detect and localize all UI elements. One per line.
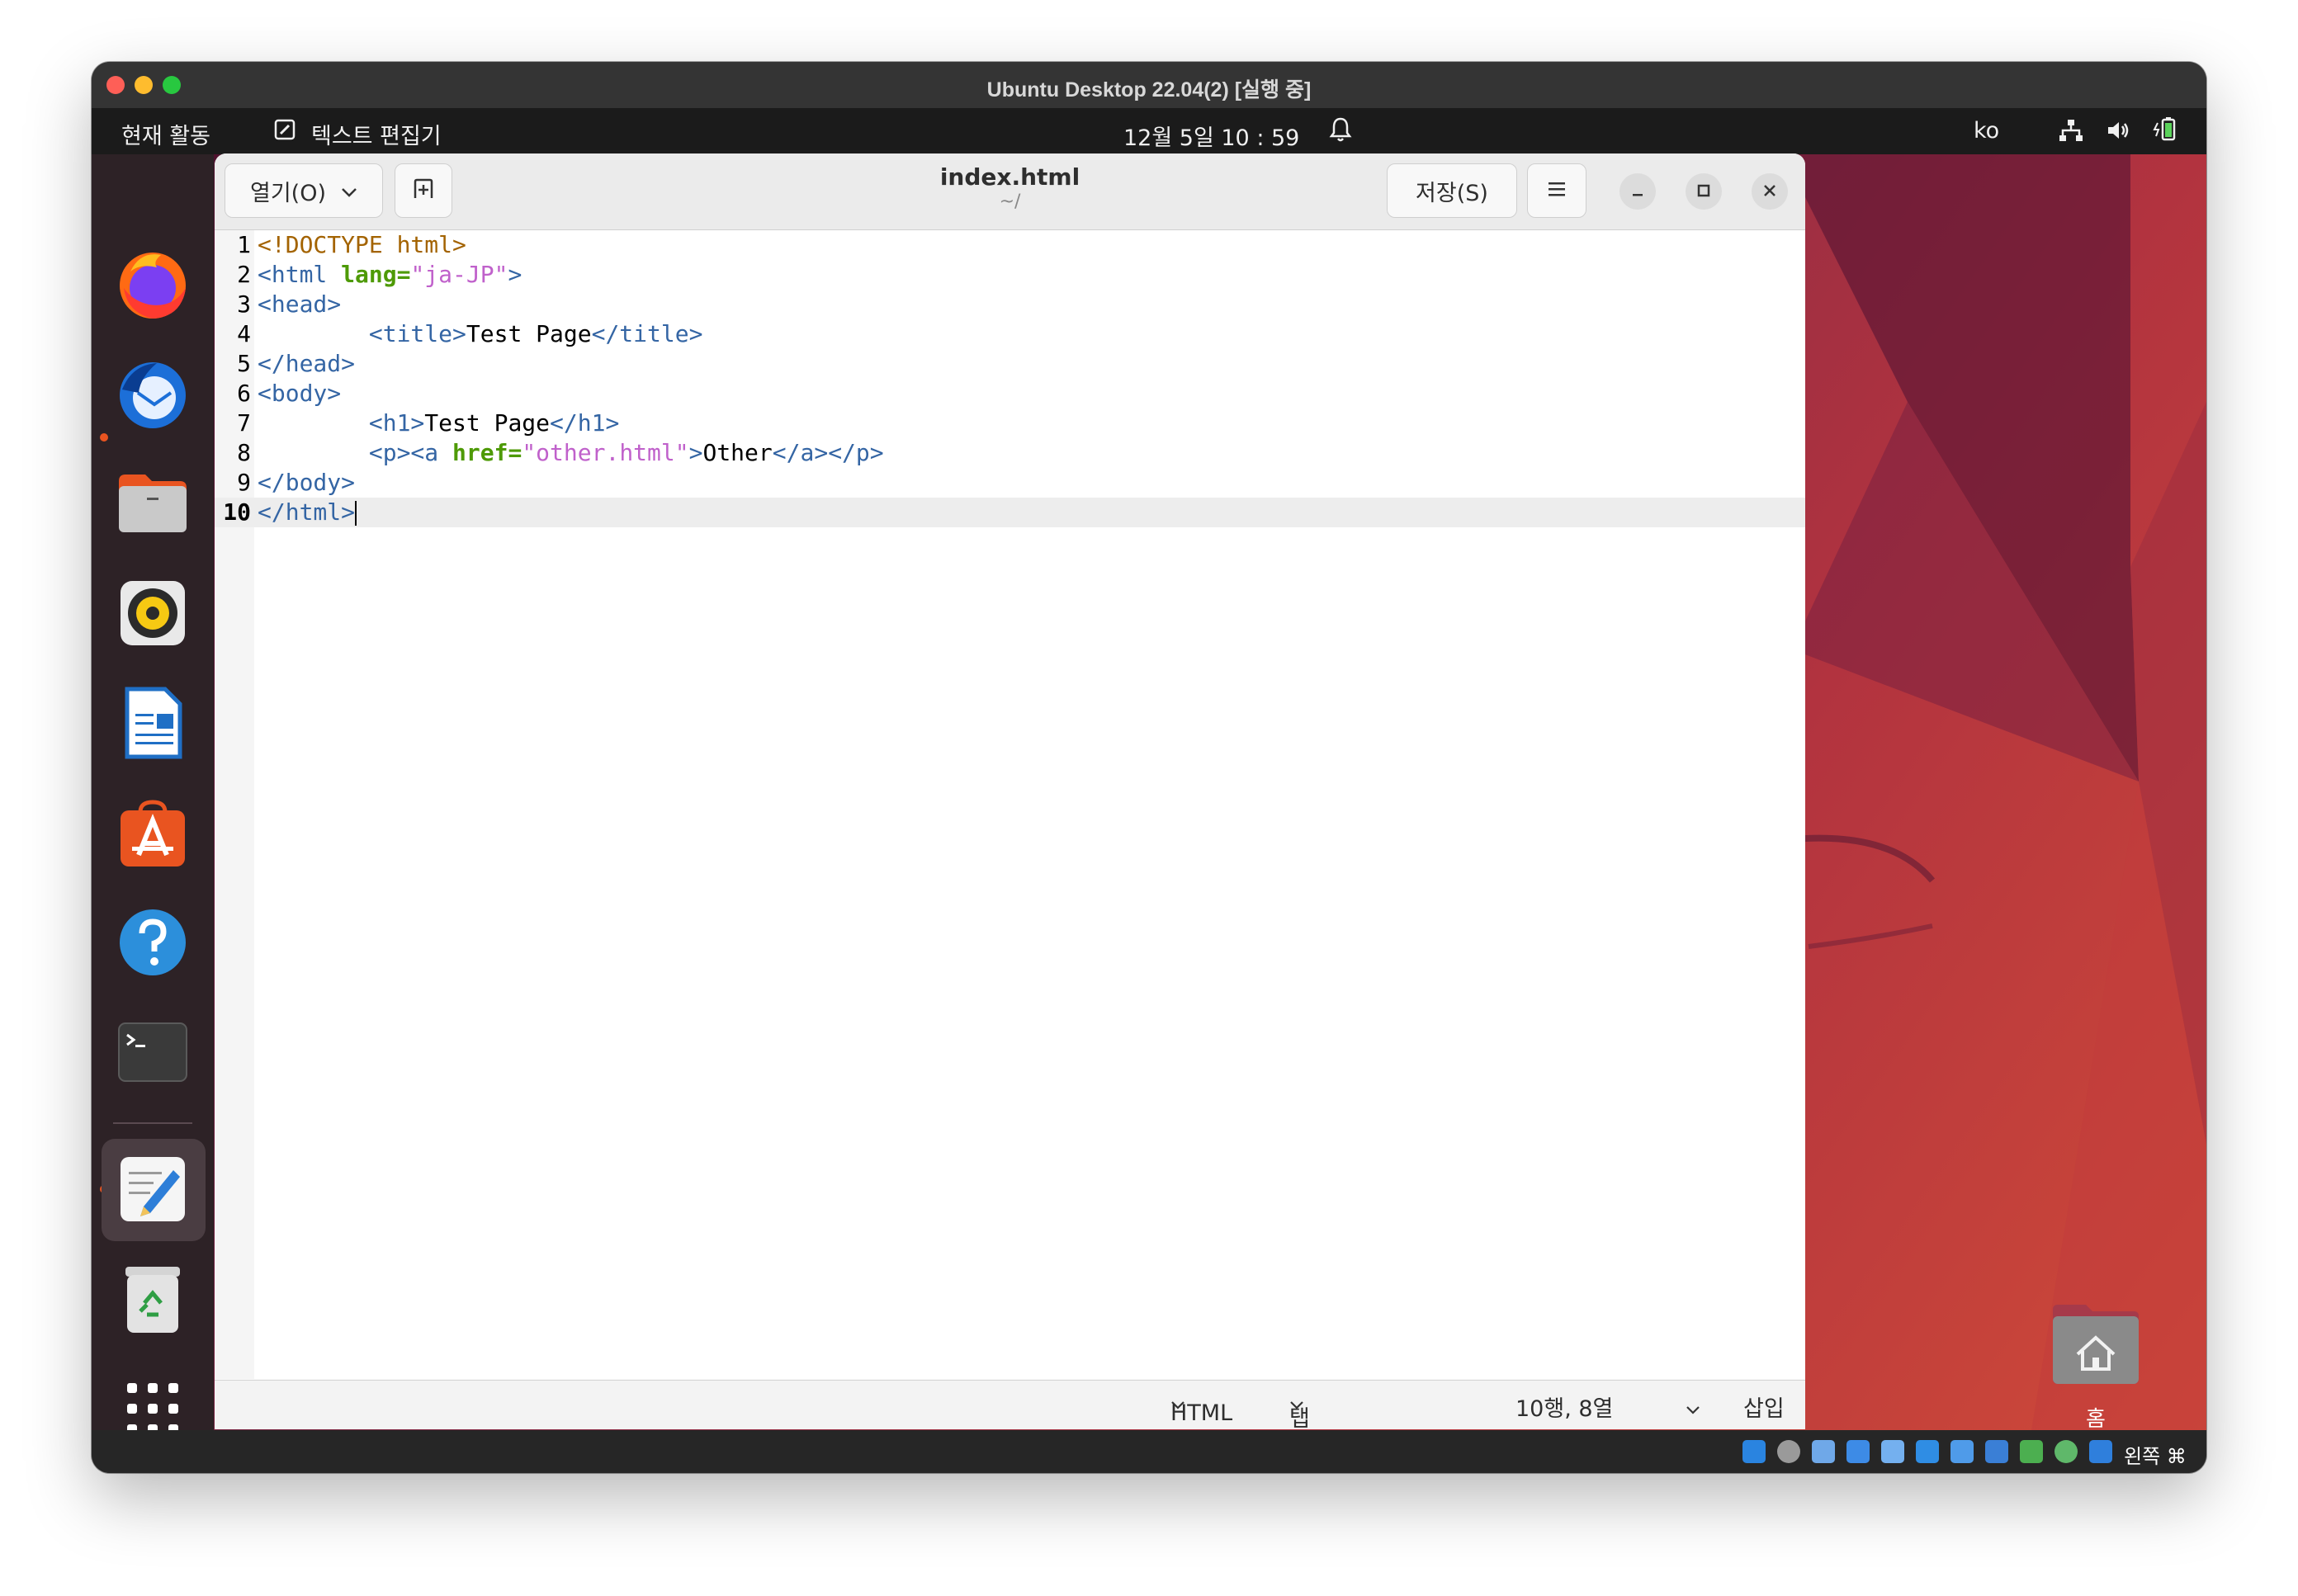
bell-icon[interactable]	[1328, 116, 1353, 149]
code-line: 1 <!DOCTYPE html>	[215, 230, 1805, 260]
line-number: 5	[237, 350, 251, 377]
files-icon[interactable]	[115, 465, 191, 541]
tab-width-selector[interactable]: 탭 너비: 8	[1289, 1391, 1310, 1429]
dock-separator	[113, 1122, 192, 1124]
firefox-icon[interactable]	[115, 246, 191, 322]
code-text: <head>	[258, 290, 342, 318]
line-number: 10	[223, 498, 251, 526]
cursor-position[interactable]: 10행, 8열	[1515, 1391, 1613, 1423]
vm-hdd-icon[interactable]	[1742, 1440, 1766, 1463]
code-line: 3 <head>	[215, 290, 1805, 319]
code-editor[interactable]: 1 <!DOCTYPE html> 2 <html lang="ja-JP"> 3 <he…	[215, 230, 1805, 1379]
text-editor-dock-icon[interactable]	[115, 1151, 191, 1227]
battery-icon[interactable]	[2152, 116, 2180, 149]
line-number: 2	[237, 261, 251, 288]
line-number: 4	[237, 320, 251, 347]
home-folder-icon[interactable]	[2050, 1301, 2142, 1386]
app-menu-button[interactable]: 텍스트 편집기	[311, 118, 442, 150]
code-text: <html lang="ja-JP">	[258, 261, 522, 288]
code-line: 8 <p><a href="other.html">Other</a></p>	[215, 438, 1805, 468]
code-line: 10 </html>	[215, 498, 1805, 527]
rhythmbox-icon[interactable]	[115, 575, 191, 651]
thunderbird-icon[interactable]	[115, 356, 191, 432]
vm-download-icon[interactable]	[2089, 1440, 2112, 1463]
status-bar: HTML 탭 너비: 8 10행, 8열 삽입	[215, 1380, 1805, 1429]
code-text: <p><a href="other.html">Other</a></p>	[368, 439, 884, 466]
dock	[92, 154, 214, 1434]
code-text: </body>	[258, 469, 356, 496]
terminal-icon[interactable]	[115, 1014, 191, 1090]
ubuntu-top-bar: 현재 활동 텍스트 편집기 12월 5일 10 : 59 ko	[92, 108, 2206, 154]
vm-cpu-icon[interactable]	[2020, 1440, 2043, 1463]
activities-button[interactable]: 현재 활동	[121, 118, 210, 150]
line-number: 9	[237, 469, 251, 496]
save-button[interactable]: 저장(S)	[1387, 163, 1517, 218]
vm-globe-icon[interactable]	[2054, 1440, 2078, 1463]
close-icon	[1762, 180, 1777, 203]
code-text: </head>	[258, 350, 356, 377]
code-line: 4 <title>Test Page</title>	[215, 319, 1805, 349]
host-window-title: Ubuntu Desktop 22.04(2) [실행 중]	[986, 78, 1312, 102]
code-text: <!DOCTYPE html>	[258, 231, 466, 258]
vm-network-icon[interactable]	[1846, 1440, 1870, 1463]
network-icon[interactable]	[2058, 118, 2084, 149]
position-chevron-down-icon[interactable]	[1686, 1395, 1700, 1421]
minimize-icon	[1630, 180, 1645, 203]
minimize-window-button[interactable]	[1619, 173, 1656, 210]
host-titlebar: Ubuntu Desktop 22.04(2) [실행 중]	[92, 62, 2206, 109]
insert-mode-indicator[interactable]: 삽입	[1743, 1391, 1785, 1423]
code-text: <title>Test Page</title>	[368, 320, 703, 347]
maximize-window-button[interactable]	[1686, 173, 1722, 210]
line-number: 6	[237, 380, 251, 407]
libreoffice-writer-icon[interactable]	[115, 685, 191, 761]
host-key-label: 왼쪽 ⌘	[2124, 1445, 2187, 1468]
code-line: 6 <body>	[215, 379, 1805, 408]
input-language-indicator[interactable]: ko	[1974, 118, 1999, 144]
text-editor-app-icon	[273, 118, 298, 143]
text-editor-window: 열기(O) index.html ~/ 저장(S) 1 <!DOCTYPE ht…	[215, 153, 1805, 1429]
maximize-icon	[1696, 180, 1711, 203]
app-center-icon[interactable]	[115, 795, 191, 871]
code-line: 7 <h1>Test Page</h1>	[215, 408, 1805, 438]
vm-window: Ubuntu Desktop 22.04(2) [실행 중] 현재 활동 텍스트…	[92, 62, 2206, 1473]
vm-optical-drive-icon[interactable]	[1777, 1440, 1800, 1463]
vm-recording-icon[interactable]	[1985, 1440, 2008, 1463]
code-line: 5 </head>	[215, 349, 1805, 379]
code-text: <body>	[258, 380, 342, 407]
code-text: </html>	[258, 498, 357, 526]
line-number: 3	[237, 290, 251, 318]
code-line: 9 </body>	[215, 468, 1805, 498]
help-icon[interactable]	[115, 904, 191, 980]
code-text: <h1>Test Page</h1>	[368, 409, 620, 437]
home-folder-label: 홈	[2086, 1407, 2106, 1430]
files-running-indicator	[100, 433, 108, 441]
menu-button[interactable]	[1527, 163, 1586, 218]
line-number: 7	[237, 409, 251, 437]
vm-usb-icon[interactable]	[1881, 1440, 1904, 1463]
vm-shared-folder-icon[interactable]	[1916, 1440, 1939, 1463]
headerbar: 열기(O) index.html ~/ 저장(S)	[215, 153, 1805, 230]
line-number: 8	[237, 439, 251, 466]
text-cursor	[355, 501, 357, 526]
language-label: HTML	[1170, 1400, 1233, 1426]
close-window-button[interactable]	[1752, 173, 1788, 210]
clock[interactable]: 12월 5일 10 : 59	[1123, 120, 1299, 152]
language-selector[interactable]: HTML	[1170, 1391, 1232, 1426]
vm-audio-icon[interactable]	[1812, 1440, 1835, 1463]
vm-display-icon[interactable]	[1950, 1440, 1974, 1463]
vm-status-bar: 왼쪽 ⌘	[92, 1430, 2206, 1473]
hamburger-menu-icon	[1547, 178, 1567, 204]
trash-icon[interactable]	[115, 1261, 191, 1337]
line-number: 1	[237, 231, 251, 258]
code-line: 2 <html lang="ja-JP">	[215, 260, 1805, 290]
tab-width-label: 탭 너비: 8	[1289, 1406, 1310, 1429]
volume-icon[interactable]	[2106, 118, 2132, 149]
